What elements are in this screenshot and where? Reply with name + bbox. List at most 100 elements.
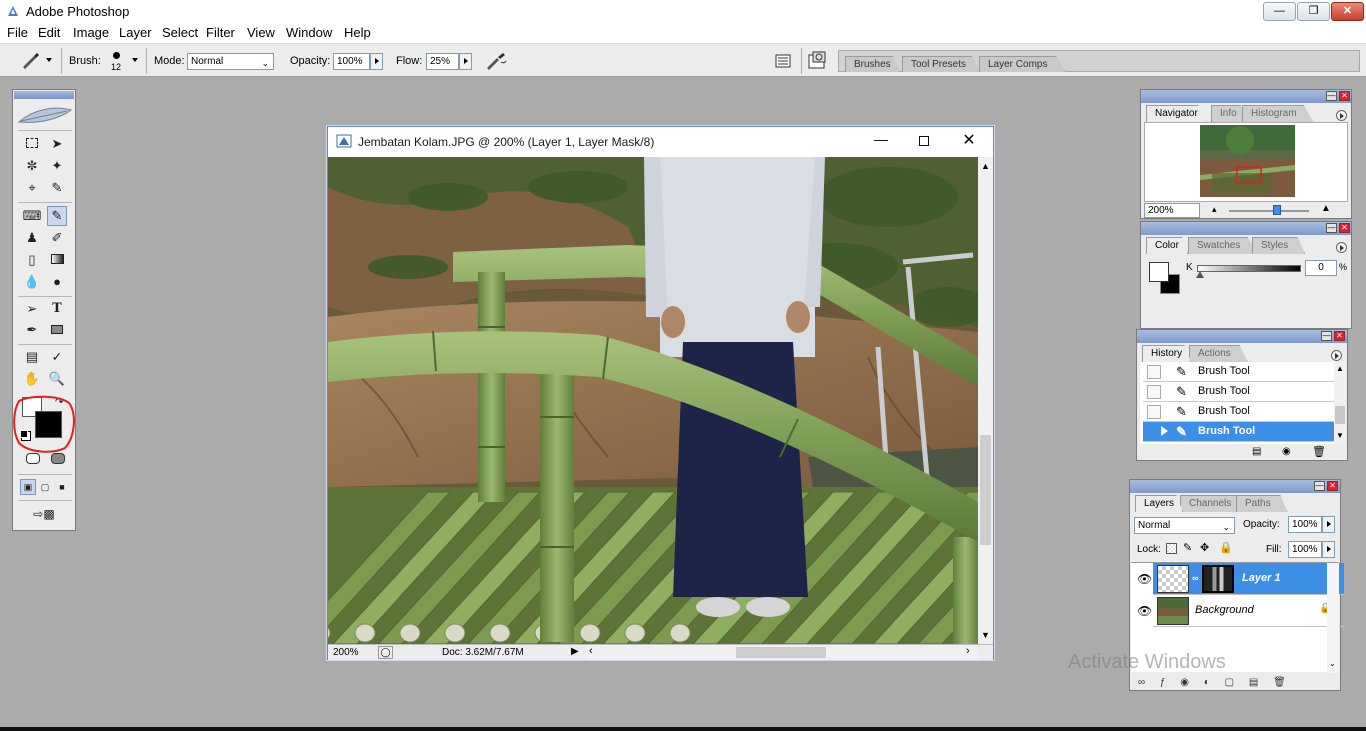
layer-opacity-input[interactable]: 100% (1288, 516, 1322, 533)
flow-slider-button[interactable] (459, 53, 472, 70)
toggle-palettes-icon[interactable] (807, 51, 829, 71)
full-screen-mode-icon[interactable]: ■ (54, 479, 70, 495)
eraser-tool-icon[interactable]: ▯ (22, 250, 42, 270)
slice-tool-icon[interactable]: ✎ (47, 178, 67, 198)
visibility-eye-icon[interactable]: 👁 (1137, 572, 1152, 586)
crop-tool-icon[interactable]: ⌖ (22, 178, 42, 198)
tab-paths[interactable]: Paths (1236, 495, 1288, 512)
blur-tool-icon[interactable]: 💧 (22, 272, 42, 292)
tab-swatches[interactable]: Swatches (1188, 237, 1258, 254)
layer-row-background[interactable]: Background 🔒 (1153, 595, 1344, 627)
new-layer-icon[interactable]: ▤ (1249, 677, 1258, 688)
zoom-slider-track[interactable] (1229, 210, 1309, 212)
new-snapshot-icon[interactable]: ◉ (1282, 446, 1291, 457)
tab-styles[interactable]: Styles (1252, 237, 1306, 254)
quick-mask-mode-icon[interactable] (47, 452, 68, 469)
panel-close-icon[interactable]: ✕ (1327, 481, 1338, 491)
restore-button[interactable]: ❐ (1297, 2, 1330, 21)
layer-row-layer-1[interactable]: ∞ Layer 1 (1153, 563, 1344, 595)
lock-pixels-icon[interactable]: ✎ (1183, 541, 1192, 554)
panel-menu-icon[interactable] (1336, 242, 1347, 253)
well-tab-brushes[interactable]: Brushes (845, 56, 900, 72)
clone-stamp-tool-icon[interactable]: ♟ (22, 228, 42, 248)
panel-close-icon[interactable]: ✕ (1334, 331, 1345, 341)
menu-filter[interactable]: Filter (206, 25, 235, 40)
panel-close-icon[interactable]: ✕ (1339, 91, 1350, 101)
brush-tool-icon[interactable]: ✎ (47, 206, 67, 226)
menu-edit[interactable]: Edit (38, 25, 60, 40)
gradient-tool-icon[interactable] (47, 250, 67, 270)
layers-scrollbar[interactable]: ⌄ (1327, 563, 1339, 673)
full-screen-menu-mode-icon[interactable]: ▢ (37, 479, 53, 495)
marquee-tool-icon[interactable] (22, 134, 42, 154)
layer-style-icon[interactable]: ƒ (1160, 677, 1166, 688)
zoom-in-icon[interactable]: ▲ (1321, 203, 1331, 214)
k-slider-thumb[interactable] (1196, 271, 1204, 278)
tab-info[interactable]: Info (1211, 105, 1246, 122)
doc-minimize-icon[interactable]: — (871, 131, 891, 151)
tab-actions[interactable]: Actions (1189, 345, 1248, 362)
type-tool-icon[interactable]: T (47, 299, 67, 319)
panel-close-icon[interactable]: ✕ (1339, 223, 1350, 233)
pen-tool-icon[interactable]: ✒ (22, 320, 42, 340)
new-document-from-state-icon[interactable]: ▤ (1252, 446, 1261, 457)
panel-grip[interactable] (1141, 222, 1351, 235)
status-menu-arrow-icon[interactable]: ▶ (571, 646, 579, 657)
panel-minimize-icon[interactable]: — (1326, 91, 1337, 101)
brush-picker-arrow-icon[interactable] (132, 58, 138, 62)
history-item[interactable]: ✎ Brush Tool (1143, 382, 1337, 402)
healing-brush-tool-icon[interactable]: ⌨ (22, 206, 42, 226)
airbrush-icon[interactable] (484, 52, 508, 70)
path-selection-tool-icon[interactable]: ➢ (22, 299, 42, 319)
layer-fill-input[interactable]: 100% (1288, 541, 1322, 558)
lock-transparency-icon[interactable] (1166, 543, 1177, 554)
history-item[interactable]: ✎ Brush Tool (1143, 362, 1337, 382)
add-mask-icon[interactable]: ◉ (1180, 677, 1189, 688)
menu-view[interactable]: View (247, 25, 275, 40)
brush-preset-icon[interactable] (20, 52, 42, 70)
new-fill-layer-icon[interactable]: ◐ (1204, 677, 1210, 688)
brush-preset-arrow-icon[interactable] (46, 58, 52, 62)
delete-layer-icon[interactable]: 🗑 (1273, 677, 1286, 688)
notes-tool-icon[interactable]: ▤ (22, 347, 42, 367)
menu-file[interactable]: File (7, 25, 28, 40)
mode-select[interactable]: Normal ⌄ (187, 53, 274, 70)
close-button[interactable]: ✕ (1331, 2, 1364, 21)
brush-tip-icon[interactable] (113, 52, 120, 59)
zoom-tool-icon[interactable]: 🔍 (47, 369, 67, 389)
toolbox-grip[interactable] (14, 91, 74, 99)
color-foreground-swatch[interactable] (1149, 262, 1169, 282)
k-slider-track[interactable] (1197, 265, 1301, 272)
lasso-tool-icon[interactable]: ✼ (22, 156, 42, 176)
vertical-scrollbar[interactable]: ▲ ▼ (978, 157, 993, 644)
visibility-eye-icon[interactable]: 👁 (1137, 604, 1152, 618)
layer-blend-mode-select[interactable]: Normal ⌄ (1134, 517, 1235, 534)
doc-zoom-field[interactable]: 200% (333, 647, 359, 658)
menu-window[interactable]: Window (286, 25, 332, 40)
eyedropper-tool-icon[interactable]: ✓ (47, 347, 67, 367)
zoom-out-icon[interactable]: ▴ (1212, 204, 1217, 215)
doc-close-icon[interactable]: ✕ (959, 130, 979, 150)
panel-grip[interactable] (1137, 330, 1347, 343)
layer-fill-slider-button[interactable] (1322, 541, 1335, 558)
dodge-tool-icon[interactable]: ● (47, 272, 67, 292)
scroll-down-icon[interactable]: ▼ (981, 630, 990, 640)
horizontal-scrollbar[interactable]: ‹ › (586, 645, 978, 660)
image-canvas[interactable] (328, 157, 978, 644)
doc-maximize-icon[interactable] (915, 132, 933, 150)
move-tool-icon[interactable]: ➤ (47, 134, 67, 154)
opacity-input[interactable]: 100% (333, 53, 370, 70)
horizontal-scroll-thumb[interactable] (736, 647, 826, 658)
menu-image[interactable]: Image (73, 25, 109, 40)
jump-to-imageready-icon[interactable]: ⇨▩ (21, 504, 67, 524)
well-tab-layer-comps[interactable]: Layer Comps (979, 56, 1067, 72)
doc-status-icon[interactable]: ◯ (378, 646, 393, 659)
tab-history[interactable]: History (1142, 345, 1192, 362)
shape-tool-icon[interactable] (47, 320, 67, 340)
history-item[interactable]: ✎ Brush Tool (1143, 402, 1337, 422)
history-item-selected[interactable]: ✎ Brush Tool (1143, 422, 1337, 442)
history-scrollbar[interactable]: ▲ ▼ (1334, 362, 1346, 444)
panel-minimize-icon[interactable]: — (1314, 481, 1325, 491)
menu-help[interactable]: Help (344, 25, 371, 40)
vertical-scroll-thumb[interactable] (980, 435, 991, 545)
